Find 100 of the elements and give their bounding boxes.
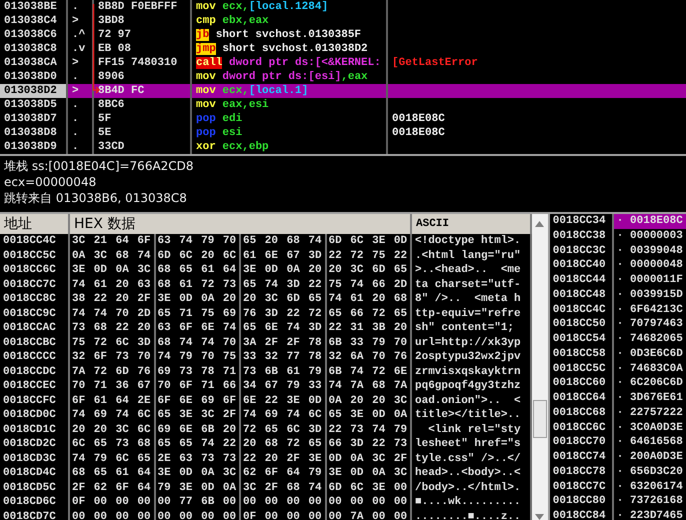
hex-bytes: 68 74 74 70 [156,336,241,350]
scrollbar[interactable] [532,214,548,520]
jump-mark: > [68,56,94,70]
stack-value[interactable]: · 0039915D [614,288,686,303]
hex-bytes: 33 32 77 78 [241,350,326,364]
jump-mark: . [68,0,94,14]
hex-bytes: 32 6A 70 76 [326,350,412,364]
stack-value[interactable]: · 00000048 [614,258,686,274]
address-cell: 013038CA [0,56,68,70]
address-cell: 0018CCDC [0,364,70,379]
disassembly-row[interactable]: 013038D9 . 33CD xor ecx,ebp [0,140,686,154]
hex-bytes: 65 6E 74 3D [241,321,326,336]
stack-value[interactable]: · 3D676E61 [614,391,686,406]
column-header[interactable]: 地址 [0,214,70,234]
hex-bytes: 00 7A 00 00 [326,510,412,520]
hex-bytes: 65 20 68 74 [241,234,326,248]
hex-bytes: 3C 2F 68 74 [241,480,326,495]
stack-address: 0018CC64 [550,391,614,406]
hex-bytes: 00 00 00 00 [156,510,241,520]
stack-value[interactable]: · 200A0D3E [614,450,686,465]
hex-bytes: 0F 00 00 00 [241,510,326,520]
hex-bytes: 75 74 66 2D [326,278,412,292]
address-cell: 0018CD6C [0,495,70,510]
stack-address: 0018CC74 [550,450,614,465]
hex-bytes: 6D 6C 3E 00 [326,480,412,495]
instruction-text: mov ecx,[local.1] [192,84,388,98]
hex-bytes: 20 3C 6D 65 [241,292,326,306]
hex-bytes: 3E 0D 0A 20 [156,292,241,306]
hex-bytes: 65 71 75 69 [156,306,241,321]
address-cell: 0018CCFC [0,394,70,408]
hex-bytes: 22 72 75 22 [326,248,412,263]
disassembly-row[interactable]: 013038D2 > 8B4D FC mov ecx,[local.1] [0,84,686,98]
stack-value[interactable]: · 74683C0A [614,362,686,376]
hex-bytes: 6B 74 72 6E [326,364,412,379]
scroll-up-icon[interactable] [535,221,544,227]
stack-value[interactable]: · 70797463 [614,317,686,332]
disassembly-row[interactable]: 013038C4 > 3BD8 cmp ebx,eax [0,14,686,28]
stack-value[interactable]: · 74682065 [614,332,686,347]
scroll-down-icon[interactable] [535,514,544,520]
address-cell: 013038C8 [0,42,68,56]
stack-value[interactable]: · 00399048 [614,244,686,258]
address-cell: 013038D7 [0,112,68,126]
scroll-thumb[interactable] [533,400,547,438]
hex-bytes: 5F [94,112,192,126]
hex-bytes: FF15 7480310 [94,56,192,70]
column-header[interactable]: HEX 数据 [70,214,412,234]
stack-address: 0018CC84 [550,509,614,520]
jump-mark: . [68,126,94,140]
disassembly-row[interactable]: 013038C6 .^ 72 97 jb short svchost.0130385F [0,28,686,42]
stack-value[interactable]: · 64616568 [614,435,686,450]
address-cell: 0018CC9C [0,306,70,321]
stack-value[interactable]: · 656D3C20 [614,464,686,480]
stack-value[interactable]: · 00000003 [614,228,686,244]
hex-bytes: 0D 0A 3C 2F [326,452,412,466]
disassembly-row[interactable]: 013038D8 . 5E pop esi 0018E08C [0,126,686,140]
hex-bytes: 00 00 00 00 [326,495,412,510]
hex-bytes: 0F 00 00 00 [70,495,156,510]
stack-value[interactable]: · 73726168 [614,494,686,510]
hex-bytes: 69 6E 6B 20 [156,422,241,437]
jump-mark: . [68,112,94,126]
hex-bytes: EB 08 [94,42,192,56]
stack-value[interactable]: · 0018E08C [614,214,686,229]
hex-bytes: 66 3D 22 73 [326,437,412,452]
stack-value[interactable]: · 0000011F [614,273,686,288]
address-cell: 013038C6 [0,28,68,42]
stack-value[interactable]: · 6F64213C [614,302,686,318]
stack-value[interactable]: · 63206174 [614,480,686,494]
instruction-text: mov eax,esi [192,98,388,112]
jump-mark: .^ [68,28,94,42]
hex-bytes: 74 79 70 75 [156,350,241,364]
stack-value[interactable]: · 3C0A0D3E [614,420,686,436]
stack-value[interactable]: · 223D7465 [614,509,686,520]
disassembly-row[interactable]: 013038CA > FF15 7480310 call dword ptr ds:[<&KERNEL: [GetLastError [0,56,686,70]
stack-address: 0018CC6C [550,420,614,436]
disassembly-row[interactable]: 013038C8 .v EB 08 jmp short svchost.013038D2 [0,42,686,56]
disassembly-row[interactable]: 013038BE . 8B8D F0EBFFF mov ecx,[local.1284] [0,0,686,14]
jump-mark: . [68,98,94,112]
instruction-text: xor ecx,ebp [192,140,388,154]
hex-bytes: 5E [94,126,192,140]
hex-bytes: 6F 61 64 2E [70,394,156,408]
disassembly-row[interactable]: 013038D5 . 8BC6 mov eax,esi [0,98,686,112]
stack-address: 0018CC38 [550,228,614,244]
hex-bytes: 6D 6C 3E 0D [326,234,412,248]
stack-address: 0018CC3C [550,244,614,258]
hex-bytes: 73 6B 61 79 [241,364,326,379]
hex-bytes: 68 65 61 64 [70,466,156,480]
hex-bytes: 62 6F 64 79 [241,466,326,480]
instruction-text: jmp short svchost.013038D2 [192,42,388,56]
jump-mark: > [68,14,94,28]
stack-value[interactable]: · 6C206C6D [614,376,686,392]
hex-bytes: 65 66 72 65 [326,306,412,321]
stack-value[interactable]: · 0D3E6C6D [614,346,686,362]
hex-bytes: 65 74 3D 22 [241,278,326,292]
hex-bytes: 63 6F 6E 74 [156,321,241,336]
stack-value[interactable]: · 22757222 [614,406,686,421]
hex-bytes: 0A 3C 68 74 [70,248,156,263]
stack-address: 0018CC40 [550,258,614,274]
hex-bytes: 2E 63 73 73 [156,452,241,466]
disassembly-row[interactable]: 013038D7 . 5F pop edi 0018E08C [0,112,686,126]
hex-bytes: 20 20 3C 6C [70,422,156,437]
